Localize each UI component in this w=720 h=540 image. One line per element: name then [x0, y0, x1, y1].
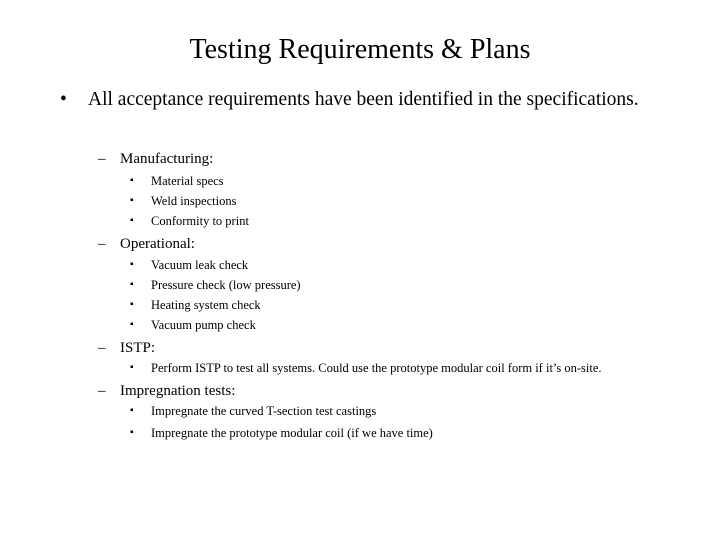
section-heading: Impregnation tests: — [120, 383, 236, 399]
list-item-text: Conformity to print — [151, 214, 249, 228]
square-bullet-icon: ▪ — [130, 279, 134, 290]
square-bullet-icon: ▪ — [130, 299, 134, 310]
dash-icon: – — [98, 340, 106, 356]
list-item-text: Material specs — [151, 174, 224, 188]
slide-title: Testing Requirements & Plans — [189, 34, 531, 65]
list-item-text: Vacuum leak check — [151, 258, 249, 272]
square-bullet-icon: ▪ — [130, 319, 134, 330]
main-bullet-text: All acceptance requirements have been id… — [88, 89, 639, 110]
dash-icon: – — [98, 151, 106, 167]
square-bullet-icon: ▪ — [130, 362, 134, 373]
square-bullet-icon: ▪ — [130, 195, 134, 206]
section-heading: Manufacturing: — [120, 151, 214, 167]
list-item-text: Heating system check — [151, 298, 261, 312]
dash-icon: – — [98, 383, 106, 399]
square-bullet-icon: ▪ — [130, 215, 134, 226]
list-item-text: Impregnate the prototype modular coil (i… — [151, 426, 433, 440]
dash-icon: – — [98, 236, 106, 252]
list-item-text: Weld inspections — [151, 194, 237, 208]
section-heading: ISTP: — [120, 340, 156, 356]
section-heading: Operational: — [120, 236, 195, 252]
list-item-text: Pressure check (low pressure) — [151, 278, 301, 292]
square-bullet-icon: ▪ — [130, 405, 134, 416]
bullet-icon: • — [60, 89, 67, 110]
list-item-text: Vacuum pump check — [151, 318, 256, 332]
square-bullet-icon: ▪ — [130, 175, 134, 186]
list-item-text: Impregnate the curved T-section test cas… — [151, 404, 377, 418]
square-bullet-icon: ▪ — [130, 259, 134, 270]
square-bullet-icon: ▪ — [130, 427, 134, 438]
list-item-text: Perform ISTP to test all systems. Could … — [151, 361, 602, 375]
